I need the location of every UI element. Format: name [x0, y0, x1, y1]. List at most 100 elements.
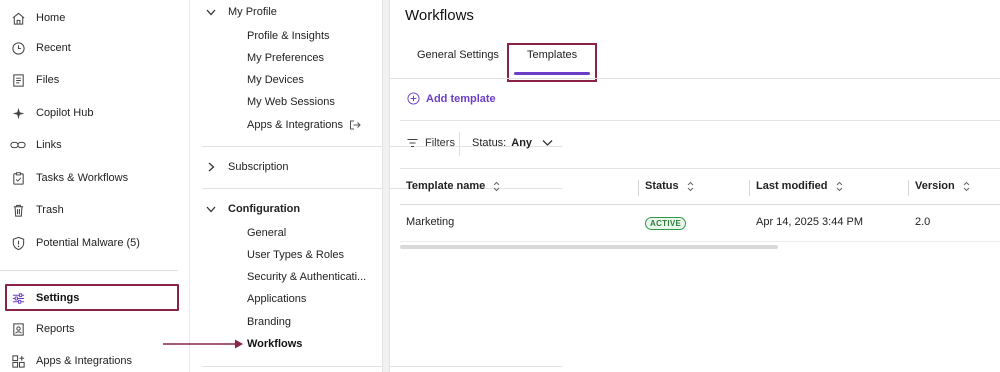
column-label: Template name [406, 180, 486, 192]
submenu-item-general[interactable]: General [247, 224, 286, 242]
cell-last-modified: Apr 14, 2025 3:44 PM [756, 216, 864, 228]
add-template-label: Add template [426, 92, 496, 105]
report-icon [10, 321, 26, 337]
filters-label: Filters [425, 137, 455, 149]
nav-label: Files [36, 74, 60, 86]
nav-label: Links [36, 139, 62, 151]
sort-icon [687, 181, 693, 191]
nav-label: Tasks & Workflows [36, 172, 129, 184]
status-filter-value: Any [511, 137, 533, 149]
column-separator [638, 180, 639, 196]
column-separator [908, 180, 909, 196]
sparkle-icon [10, 105, 26, 121]
cell-version: 2.0 [915, 216, 931, 228]
nav-item-copilot-hub[interactable]: Copilot Hub [0, 98, 190, 128]
filters-button[interactable]: Filters [407, 137, 455, 149]
table-row-divider [400, 241, 1000, 242]
link-icon [10, 137, 26, 153]
chevron-down-icon [542, 140, 553, 146]
submenu-item-security-authentication[interactable]: Security & Authenticati... [247, 268, 366, 286]
nav-label: Copilot Hub [36, 107, 94, 119]
nav-item-apps-integrations[interactable]: Apps & Integrations [0, 346, 190, 372]
nav-item-reports[interactable]: Reports [0, 314, 190, 344]
column-separator [749, 180, 750, 196]
submenu-item-applications[interactable]: Applications [247, 290, 306, 308]
trash-icon [10, 202, 26, 218]
nav-label: Settings [36, 292, 80, 304]
plus-circle-icon [407, 92, 420, 105]
left-navigation: Home Recent Files Copilot Hub Links Task… [0, 0, 190, 372]
settings-submenu: My Profile Profile & Insights My Prefere… [190, 0, 562, 372]
section-label: Configuration [228, 203, 301, 215]
toolbar-divider [400, 120, 1000, 121]
column-label: Status [645, 180, 679, 192]
section-configuration[interactable]: Configuration [204, 199, 300, 219]
nav-label: Home [36, 12, 66, 24]
submenu-item-branding[interactable]: Branding [247, 313, 291, 331]
column-label: Version [915, 180, 955, 192]
nav-item-tasks-workflows[interactable]: Tasks & Workflows [0, 163, 190, 193]
nav-label: Reports [36, 323, 75, 335]
nav-item-recent[interactable]: Recent [0, 33, 190, 63]
tab-general-settings[interactable]: General Settings [417, 49, 499, 69]
shield-warning-icon [10, 235, 26, 251]
submenu-item-apps-integrations[interactable]: Apps & Integrations [247, 116, 361, 134]
filter-separator [459, 132, 460, 156]
clipboard-icon [10, 170, 26, 186]
section-subscription[interactable]: Subscription [204, 157, 289, 177]
main-content: Workflows General Settings Templates Add… [390, 0, 1000, 372]
horizontal-scrollbar[interactable] [400, 245, 778, 249]
nav-label: Trash [36, 204, 64, 216]
column-header-version[interactable]: Version [915, 180, 970, 192]
submenu-item-profile-insights[interactable]: Profile & Insights [247, 27, 330, 45]
home-icon [10, 10, 26, 26]
nav-item-links[interactable]: Links [0, 130, 190, 160]
sliders-icon [10, 290, 26, 306]
chevron-down-icon [204, 206, 218, 213]
column-header-status[interactable]: Status [645, 180, 694, 192]
nav-item-files[interactable]: Files [0, 65, 190, 95]
annotation-arrow [163, 339, 243, 349]
clock-icon [10, 40, 26, 56]
submenu-scrollbar[interactable] [382, 0, 390, 372]
section-label: My Profile [228, 6, 277, 18]
external-link-icon [349, 120, 361, 130]
table-header-divider [400, 204, 1000, 205]
submenu-item-my-web-sessions[interactable]: My Web Sessions [247, 93, 335, 111]
templates-tab-highlight-annotation [507, 43, 597, 82]
sort-icon [963, 181, 970, 191]
submenu-item-workflows[interactable]: Workflows [247, 335, 302, 353]
section-label: Subscription [228, 161, 289, 173]
nav-item-settings[interactable]: Settings [0, 283, 190, 313]
section-my-profile[interactable]: My Profile [204, 2, 277, 22]
filter-bar-divider [400, 168, 1000, 169]
submenu-item-user-types-roles[interactable]: User Types & Roles [247, 246, 344, 264]
add-template-button[interactable]: Add template [407, 92, 496, 105]
chevron-down-icon [204, 9, 218, 16]
submenu-item-my-devices[interactable]: My Devices [247, 71, 304, 89]
nav-item-potential-malware[interactable]: Potential Malware (5) [0, 228, 190, 258]
filter-icon [407, 138, 418, 148]
cell-template-name[interactable]: Marketing [406, 216, 454, 228]
nav-label: Recent [36, 42, 71, 54]
submenu-item-label: Apps & Integrations [247, 119, 344, 131]
tabs-divider [390, 78, 1000, 79]
apps-grid-icon [10, 353, 26, 369]
column-label: Last modified [756, 180, 828, 192]
chevron-right-icon [204, 162, 218, 172]
nav-item-home[interactable]: Home [0, 3, 190, 33]
submenu-item-my-preferences[interactable]: My Preferences [247, 49, 324, 67]
column-header-template-name[interactable]: Template name [406, 180, 500, 192]
status-badge: ACTIVE [645, 217, 687, 230]
status-filter-label: Status: [472, 137, 507, 149]
status-filter-dropdown[interactable]: Status: Any [472, 137, 553, 149]
nav-divider [0, 270, 178, 271]
sort-icon [493, 181, 500, 191]
nav-item-trash[interactable]: Trash [0, 195, 190, 225]
sort-icon [836, 181, 842, 191]
page-title: Workflows [405, 7, 474, 24]
column-header-last-modified[interactable]: Last modified [756, 180, 843, 192]
file-icon [10, 72, 26, 88]
nav-label: Apps & Integrations [36, 355, 133, 367]
nav-label: Potential Malware (5) [36, 237, 140, 249]
